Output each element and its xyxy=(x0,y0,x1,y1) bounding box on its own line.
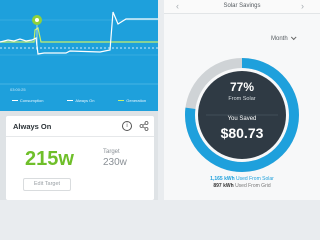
chevron-down-icon xyxy=(290,34,297,41)
solar-usage-row: 1,165 kWh Used From Solar xyxy=(164,176,320,183)
chart-legend: Consumption Always On Generation xyxy=(0,94,158,106)
legend-label: Generation xyxy=(126,97,147,103)
grid-kwh: 897 kWh xyxy=(213,183,234,189)
card-title: Always On xyxy=(13,122,52,131)
always-on-card: Always On i 215w Target 230w Edit Target xyxy=(6,116,154,200)
app-screen: 03:00:25 Consumption Always On Generatio… xyxy=(0,0,320,200)
solar-used-label: Used From Solar xyxy=(236,176,274,182)
solar-kwh: 1,165 kWh xyxy=(210,176,235,182)
grid-used-label: Used From Grid xyxy=(235,183,271,189)
legend-swatch xyxy=(118,99,125,101)
you-saved-label: You Saved xyxy=(227,116,257,122)
period-label: Month xyxy=(271,36,288,42)
grid-usage-row: 897 kWh Used From Grid xyxy=(164,183,320,190)
card-divider xyxy=(6,136,154,137)
legend-generation: Generation xyxy=(118,98,146,103)
solar-donut-chart xyxy=(185,58,299,172)
legend-swatch xyxy=(67,99,74,101)
consumption-chart[interactable]: 03:00:25 Consumption Always On Generatio… xyxy=(0,0,158,111)
legend-consumption: Consumption xyxy=(11,97,44,103)
legend-label: Consumption xyxy=(19,97,44,103)
usage-stats: 1,165 kWh Used From Solar 897 kWh Used F… xyxy=(164,176,320,190)
consumption-line xyxy=(0,11,158,55)
solar-savings-panel: ‹ Solar Savings › Month 77% From Solar Y… xyxy=(164,0,320,200)
solar-percent: 77% xyxy=(229,80,255,94)
gear-icon-center xyxy=(35,18,39,22)
target-value: 230w xyxy=(103,157,127,168)
period-selector[interactable]: Month xyxy=(271,34,297,42)
always-on-value: 215w xyxy=(25,148,74,170)
legend-always-on: Always On xyxy=(67,98,94,103)
from-solar-label: From Solar xyxy=(228,96,256,102)
chart-time-label: 03:00:25 xyxy=(10,87,26,92)
target-label: Target xyxy=(103,149,120,155)
legend-label: Always On xyxy=(75,97,95,103)
chevron-right-icon[interactable]: › xyxy=(301,1,304,11)
share-icon[interactable] xyxy=(139,121,149,131)
legend-swatch xyxy=(11,99,18,101)
info-icon[interactable]: i xyxy=(122,121,132,131)
energy-panel: 03:00:25 Consumption Always On Generatio… xyxy=(0,0,158,200)
panel-header: ‹ Solar Savings › xyxy=(164,0,320,14)
saved-amount: $80.73 xyxy=(220,125,264,141)
edit-target-button[interactable]: Edit Target xyxy=(23,178,71,191)
panel-title: Solar Savings xyxy=(223,3,261,9)
